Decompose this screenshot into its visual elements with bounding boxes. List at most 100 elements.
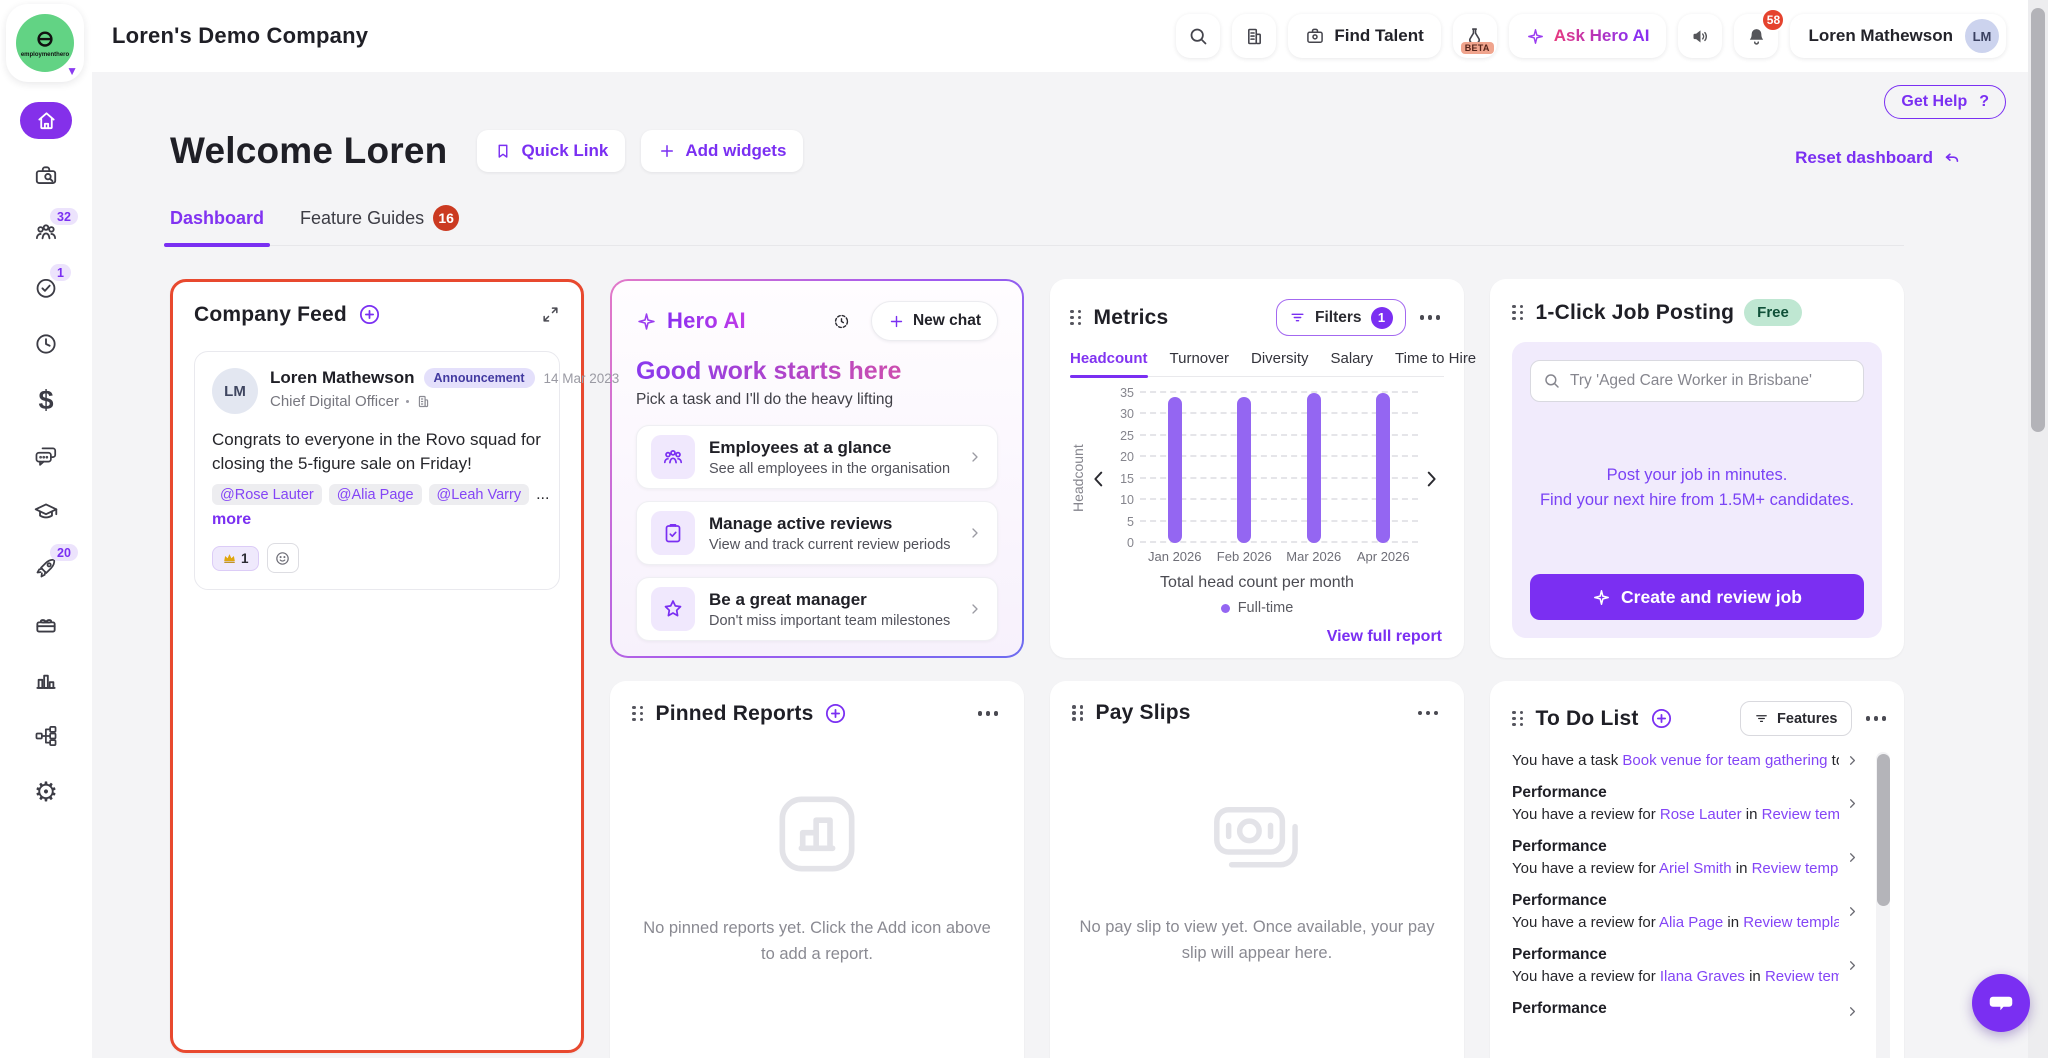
drag-handle-icon[interactable]	[632, 706, 644, 722]
sidebar-item-org-chart[interactable]	[0, 708, 92, 764]
reaction-pill[interactable]: 1	[212, 546, 259, 571]
sidebar-item-recruitment[interactable]	[0, 148, 92, 204]
drag-handle-icon[interactable]	[1070, 310, 1082, 326]
beta-labs-button[interactable]: BETA	[1453, 14, 1497, 58]
features-filter-button[interactable]: Features	[1740, 701, 1851, 736]
todo-scrollbar[interactable]	[1876, 752, 1890, 1058]
add-reaction-button[interactable]	[267, 543, 299, 573]
kebab-menu-icon[interactable]	[1416, 311, 1445, 324]
todo-item[interactable]: Performance You have a review for Rose L…	[1512, 784, 1860, 823]
review-link[interactable]: Review template 1...	[1752, 860, 1839, 877]
feature-guides-badge: 16	[433, 205, 459, 231]
metrics-tab-time-to-hire[interactable]: Time to Hire	[1395, 350, 1476, 376]
tab-feature-guides[interactable]: Feature Guides 16	[300, 205, 459, 245]
company-name[interactable]: Loren's Demo Company	[112, 23, 368, 49]
chart-next-button[interactable]	[1418, 466, 1444, 492]
metrics-tabs: HeadcountTurnoverDiversitySalaryTime to …	[1070, 350, 1444, 377]
announcements-button[interactable]	[1678, 14, 1722, 58]
widget-title: Pay Slips	[1096, 701, 1191, 725]
user-menu-button[interactable]: Loren Mathewson LM	[1790, 14, 2006, 58]
add-post-button[interactable]	[357, 302, 382, 327]
kebab-menu-icon[interactable]	[974, 707, 1003, 720]
task-be-a-great-manager[interactable]: Be a great manager Don't miss important …	[636, 577, 998, 641]
chat-launcher-button[interactable]	[1972, 974, 2030, 1032]
chart-prev-button[interactable]	[1086, 466, 1112, 492]
sidebar-item-time[interactable]	[0, 316, 92, 372]
post-author[interactable]: Loren Mathewson	[270, 368, 415, 388]
tab-dashboard[interactable]: Dashboard	[170, 205, 264, 245]
mention-chip[interactable]: @Leah Varry	[429, 484, 530, 505]
company-switcher-button[interactable]	[1232, 14, 1276, 58]
mention-chip[interactable]: @Rose Lauter	[212, 484, 322, 505]
scrollbar-thumb[interactable]	[2031, 8, 2045, 432]
kebab-menu-icon[interactable]	[1862, 712, 1891, 725]
filters-button[interactable]: Filters 1	[1276, 299, 1406, 336]
widget-grid: Company Feed LM Loren Mathewson Announce…	[170, 279, 1904, 1058]
mention-chip[interactable]: @Alia Page	[329, 484, 422, 505]
dot-separator	[406, 400, 410, 404]
review-link[interactable]: Review template...	[1762, 806, 1839, 823]
sidebar-item-settings[interactable]: ⚙	[0, 764, 92, 820]
notifications-button[interactable]: 58	[1734, 14, 1778, 58]
chevron-right-icon	[1845, 958, 1860, 973]
person-link[interactable]: Ilana Graves	[1660, 968, 1745, 985]
sidebar-item-approvals[interactable]: 1	[0, 260, 92, 316]
job-posting-panel: Post your job in minutes. Find your next…	[1512, 342, 1882, 638]
ask-hero-ai-button[interactable]: Ask Hero AI	[1509, 14, 1667, 58]
avatar: LM	[1965, 19, 1999, 53]
person-link[interactable]: Ariel Smith	[1659, 860, 1732, 877]
todo-item[interactable]: Performance	[1512, 1000, 1860, 1022]
add-task-button[interactable]	[1649, 706, 1674, 731]
create-review-job-button[interactable]: Create and review job	[1530, 574, 1864, 620]
metrics-tab-salary[interactable]: Salary	[1331, 350, 1374, 376]
sidebar-item-learning[interactable]	[0, 484, 92, 540]
task-employees-at-a-glance[interactable]: Employees at a glance See all employees …	[636, 425, 998, 489]
org-logo-button[interactable]: employmenthero ▼	[6, 4, 84, 82]
add-widgets-button[interactable]: Add widgets	[641, 130, 803, 172]
search-button[interactable]	[1176, 14, 1220, 58]
view-full-report-link[interactable]: View full report	[1327, 628, 1442, 646]
find-talent-button[interactable]: Find Talent	[1288, 14, 1440, 58]
kebab-menu-icon[interactable]	[1414, 707, 1443, 720]
briefcase-icon	[1305, 26, 1325, 46]
job-search-input[interactable]	[1570, 372, 1851, 390]
drag-handle-icon[interactable]	[1512, 711, 1524, 727]
more-link[interactable]: more	[212, 511, 542, 529]
add-report-button[interactable]	[823, 701, 848, 726]
drag-handle-icon[interactable]	[1072, 705, 1084, 721]
review-link[interactable]: Review templat...	[1765, 968, 1839, 985]
empty-state-text: No pay slip to view yet. Once available,…	[1080, 915, 1435, 941]
chevron-down-icon: ▼	[66, 64, 78, 78]
empty-state-text: No pinned reports yet. Click the Add ico…	[643, 916, 991, 942]
megaphone-icon	[1690, 26, 1711, 47]
todo-item[interactable]: Performance You have a review for Ilana …	[1512, 946, 1860, 985]
sidebar-item-onboarding[interactable]: 20	[0, 540, 92, 596]
person-link[interactable]: Rose Lauter	[1660, 806, 1742, 823]
sidebar-item-benefits[interactable]	[0, 596, 92, 652]
sidebar-item-payroll[interactable]: $	[0, 372, 92, 428]
metrics-tab-diversity[interactable]: Diversity	[1251, 350, 1309, 376]
metrics-tab-headcount[interactable]: Headcount	[1070, 350, 1148, 376]
todo-item[interactable]: You have a task Book venue for team gath…	[1512, 752, 1860, 769]
sidebar-item-people[interactable]: 32	[0, 204, 92, 260]
review-link[interactable]: Review template 1	[1743, 914, 1839, 931]
task-link[interactable]: Book venue for team gathering	[1622, 752, 1827, 769]
new-chat-button[interactable]: New chat	[871, 301, 998, 341]
task-manage-active-reviews[interactable]: Manage active reviews View and track cur…	[636, 501, 998, 565]
sidebar-item-reports[interactable]	[0, 652, 92, 708]
drag-handle-icon[interactable]	[1512, 305, 1524, 321]
employment-hero-logo: employmenthero ▼	[16, 14, 74, 72]
person-link[interactable]: Alia Page	[1659, 914, 1723, 931]
quick-link-button[interactable]: Quick Link	[477, 130, 625, 172]
sidebar-item-home[interactable]	[0, 92, 92, 148]
expand-icon[interactable]	[541, 305, 560, 324]
report-placeholder-icon	[765, 782, 869, 886]
feed-post[interactable]: LM Loren Mathewson Announcement 14 Mar 2…	[194, 351, 560, 590]
chevron-right-icon	[1845, 753, 1860, 768]
sidebar-item-messages[interactable]	[0, 428, 92, 484]
metrics-tab-turnover[interactable]: Turnover	[1170, 350, 1229, 376]
todo-item[interactable]: Performance You have a review for Alia P…	[1512, 892, 1860, 931]
page-scrollbar[interactable]	[2028, 0, 2048, 1058]
todo-item[interactable]: Performance You have a review for Ariel …	[1512, 838, 1860, 877]
history-icon[interactable]	[832, 312, 851, 331]
